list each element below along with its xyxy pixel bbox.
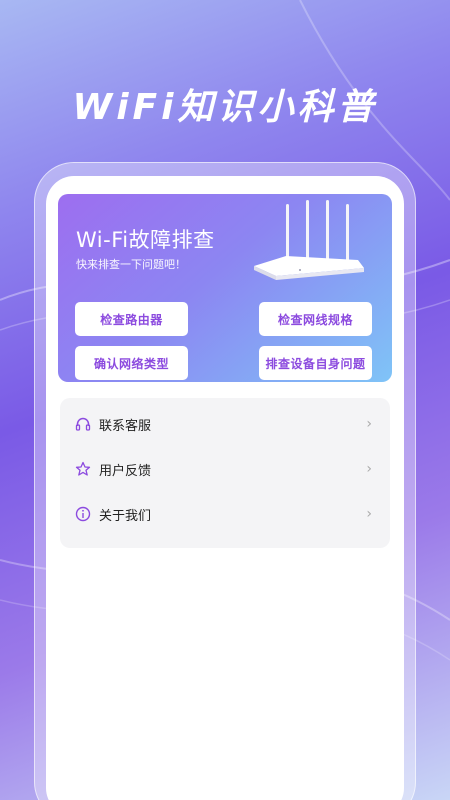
confirm-network-type-button[interactable]: 确认网络类型 (75, 346, 188, 380)
menu-item-label: 联系客服 (99, 418, 152, 434)
menu-item-label: 用户反馈 (99, 463, 152, 479)
troubleshoot-banner: Wi-Fi故障排查 快来排查一下问题吧！ 检查路由器 检查网线规格 确认网络类型… (58, 194, 392, 382)
check-cable-button[interactable]: 检查网线规格 (259, 302, 372, 336)
menu-item-label: 关于我们 (99, 508, 152, 524)
menu-item-feedback[interactable]: 用户反馈 › (60, 447, 390, 491)
phone-screen: Wi-Fi故障排查 快来排查一下问题吧！ 检查路由器 检查网线规格 确认网络类型… (46, 176, 404, 800)
menu-item-contact-support[interactable]: 联系客服 › (60, 402, 390, 446)
headphones-icon (75, 416, 91, 432)
chevron-right-icon: › (366, 416, 372, 432)
check-router-button[interactable]: 检查路由器 (75, 302, 188, 336)
check-device-button[interactable]: 排查设备自身问题 (259, 346, 372, 380)
settings-menu: 联系客服 › 用户反馈 › 关于我们 › (60, 398, 390, 548)
chevron-right-icon: › (366, 506, 372, 522)
star-icon (75, 461, 91, 477)
info-icon (75, 506, 91, 522)
router-icon (254, 200, 364, 280)
banner-subtitle: 快来排查一下问题吧！ (76, 258, 186, 271)
chevron-right-icon: › (366, 461, 372, 477)
menu-item-about-us[interactable]: 关于我们 › (60, 492, 390, 536)
hero-title: WiFi知识小科普 (72, 87, 378, 128)
banner-title: Wi-Fi故障排查 (76, 228, 215, 252)
